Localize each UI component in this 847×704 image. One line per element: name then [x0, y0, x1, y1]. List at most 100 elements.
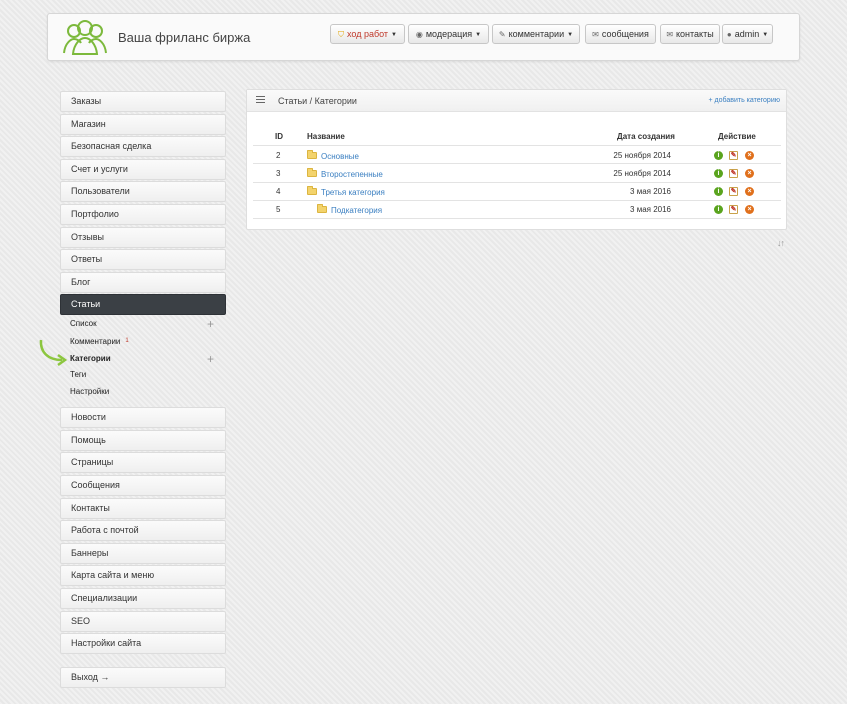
folder-icon [307, 186, 317, 195]
caret-down-icon: ▼ [391, 32, 397, 38]
caret-down-icon: ▼ [567, 32, 574, 38]
category-name-link[interactable]: Подкатегория [331, 206, 382, 215]
info-icon[interactable]: i [714, 187, 723, 196]
nav-button-4[interactable]: ✉ контакты [660, 24, 720, 44]
add-category-link[interactable]: + добавить категорию [708, 97, 780, 104]
row-id: 4 [276, 187, 281, 196]
sidebar-item[interactable]: Сообщения [60, 475, 226, 496]
category-name-link[interactable]: Третья категория [321, 188, 385, 197]
panel-title: Статьи / Категории [278, 96, 357, 106]
row-date: 3 мая 2016 [630, 205, 671, 214]
column-header-id: ID [275, 132, 283, 141]
envelope-icon: ✉ [666, 30, 674, 39]
folder-icon [307, 168, 317, 177]
nav-button-5[interactable]: ● admin ▼ [722, 24, 773, 44]
nav-button-label: контакты [676, 29, 714, 39]
row-divider [253, 163, 781, 164]
info-icon[interactable]: i [714, 151, 723, 160]
plus-icon[interactable]: + [207, 318, 214, 330]
edit-icon[interactable]: ✎ [729, 187, 738, 196]
row-divider [253, 218, 781, 219]
sidebar-subitem-label: Теги [70, 370, 87, 379]
sidebar-item[interactable]: Страницы [60, 452, 226, 473]
nav-button-label: модерация [425, 29, 473, 39]
sidebar-item[interactable]: Контакты [60, 498, 226, 519]
column-header-date[interactable]: Дата создания [617, 132, 675, 141]
sidebar-subitem-label: Список [70, 319, 97, 328]
folder-icon [317, 204, 327, 213]
logo-icon [63, 20, 107, 55]
delete-icon[interactable]: × [745, 205, 754, 214]
delete-icon[interactable]: × [745, 151, 754, 160]
folder-icon [307, 150, 317, 159]
menu-icon[interactable] [256, 96, 265, 105]
panel-header: Статьи / Категории + добавить категорию [247, 90, 786, 112]
sidebar-item[interactable]: Портфолио [60, 204, 226, 225]
comment-count-badge: 1 [125, 338, 129, 344]
sidebar-item-active[interactable]: Статьи [60, 294, 226, 315]
sidebar-item[interactable]: Баннеры [60, 543, 226, 564]
sidebar-item[interactable]: Пользователи [60, 181, 226, 202]
sidebar-item[interactable]: Отзывы [60, 227, 226, 248]
sidebar-item[interactable]: Безопасная сделка [60, 136, 226, 157]
site-title[interactable]: Ваша фриланс биржа [118, 30, 250, 45]
sidebar-item[interactable]: Заказы [60, 91, 226, 112]
sidebar-item[interactable]: Работа с почтой [60, 520, 226, 541]
sidebar-item[interactable]: SEO [60, 611, 226, 632]
row-id: 5 [276, 205, 281, 214]
nav-button-1[interactable]: ◉ модерация ▼ [408, 24, 489, 44]
pencil-icon: ✎ [498, 30, 506, 39]
info-icon[interactable]: i [714, 169, 723, 178]
sidebar-subitem[interactable]: Теги [70, 369, 86, 381]
sidebar-item[interactable]: Помощь [60, 430, 226, 451]
logout-button[interactable]: Выход → [60, 667, 226, 688]
sidebar-subitem-label: Настройки [70, 387, 110, 396]
category-name-link[interactable]: Второстепенные [321, 170, 383, 179]
edit-icon[interactable]: ✎ [729, 151, 738, 160]
eye-icon: ◉ [415, 30, 423, 39]
sort-icon[interactable]: ↓↑ [777, 238, 785, 248]
info-icon[interactable]: i [714, 205, 723, 214]
sidebar-item[interactable]: Магазин [60, 114, 226, 135]
sidebar-subitem[interactable]: Список [70, 318, 97, 330]
user-icon: ● [726, 30, 732, 39]
row-divider [253, 182, 781, 183]
sidebar-subitem[interactable]: Настройки [70, 386, 109, 398]
row-divider [253, 145, 781, 146]
nav-button-2[interactable]: ✎ комментарии ▼ [492, 24, 580, 44]
row-id: 3 [276, 169, 281, 178]
delete-icon[interactable]: × [745, 169, 754, 178]
sidebar-item[interactable]: Настройки сайта [60, 633, 226, 654]
sidebar-item[interactable]: Блог [60, 272, 226, 293]
sidebar-subitem-label: Комментарии [70, 337, 121, 346]
sidebar-item[interactable]: Специализации [60, 588, 226, 609]
envelope-icon: ✉ [592, 30, 599, 39]
sidebar-item[interactable]: Новости [60, 407, 226, 428]
nav-button-label: комментарии [508, 29, 565, 39]
row-date: 3 мая 2016 [630, 187, 671, 196]
categories-panel: Статьи / Категории + добавить категорию … [246, 89, 787, 230]
nav-button-label: admin [734, 29, 760, 39]
nav-button-3[interactable]: ✉ сообщения [585, 24, 656, 44]
sidebar-item[interactable]: Карта сайта и меню [60, 565, 226, 586]
sidebar-subitem[interactable]: Категории [70, 353, 111, 365]
row-id: 2 [276, 151, 281, 160]
caret-down-icon: ▼ [762, 32, 769, 38]
row-date: 25 ноября 2014 [613, 151, 671, 160]
shield-icon: ⛉ [337, 30, 344, 39]
edit-icon[interactable]: ✎ [729, 169, 738, 178]
category-name-link[interactable]: Основные [321, 152, 359, 161]
row-divider [253, 200, 781, 201]
nav-button-label: сообщения [601, 29, 649, 39]
nav-button-0[interactable]: ⛉ ход работ ▼ [330, 24, 405, 44]
edit-icon[interactable]: ✎ [729, 205, 738, 214]
sidebar-item[interactable]: Счет и услуги [60, 159, 226, 180]
column-header-action: Действие [718, 132, 756, 141]
green-arrow-icon [39, 339, 68, 367]
sidebar-item[interactable]: Ответы [60, 249, 226, 270]
row-date: 25 ноября 2014 [613, 169, 671, 178]
delete-icon[interactable]: × [745, 187, 754, 196]
column-header-name[interactable]: Название [307, 132, 345, 141]
plus-icon[interactable]: + [207, 353, 214, 365]
sidebar-subitem[interactable]: Комментарии 1 [70, 335, 129, 347]
